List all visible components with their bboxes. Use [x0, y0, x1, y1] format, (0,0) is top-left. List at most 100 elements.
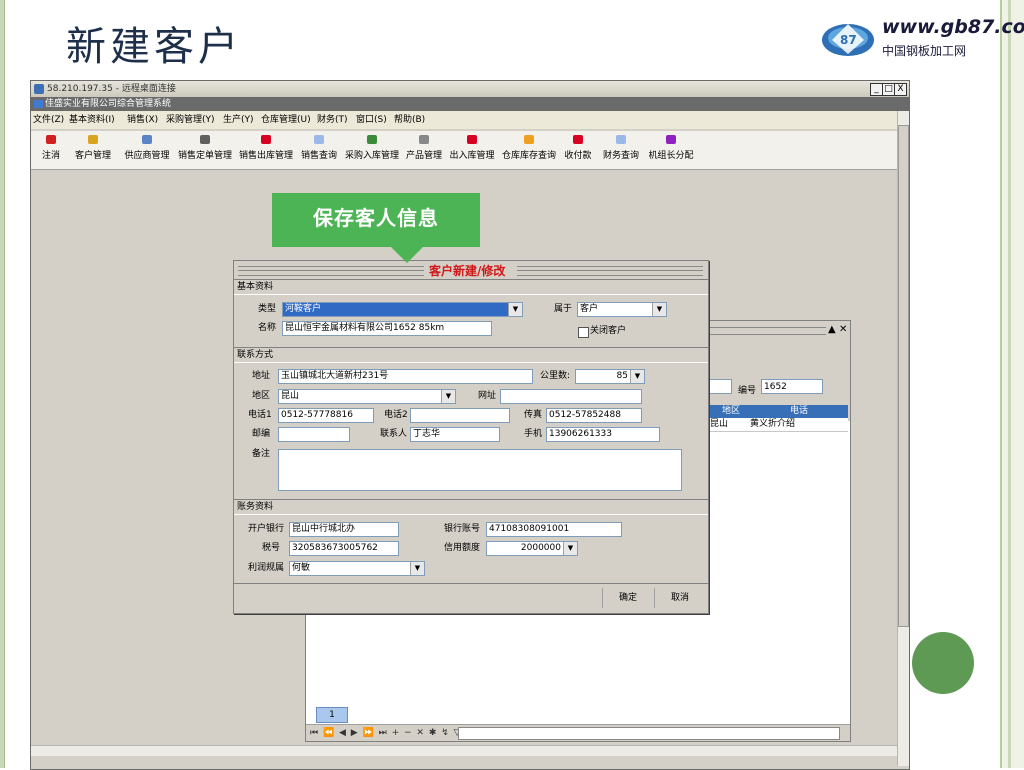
address-field[interactable]: 玉山镇城北大道新村231号 [278, 369, 533, 384]
toolbar-product-button[interactable]: 产品管理 [403, 133, 445, 167]
remote-title-bar[interactable]: 58.210.197.35 - 远程桌面连接 _ □ X [31, 81, 909, 97]
svg-text:87: 87 [840, 33, 857, 47]
purple-block-icon [666, 135, 676, 144]
menu-help[interactable]: 帮助(B) [394, 111, 425, 129]
toolbar-unit-assign-button[interactable]: 机组长分配 [645, 133, 697, 167]
decorative-green-circle [912, 632, 974, 694]
closed-customer-checkbox[interactable] [578, 327, 589, 338]
mobile-label: 手机 [524, 429, 543, 439]
filter-input[interactable] [708, 379, 732, 394]
number-label: 编号 [738, 386, 757, 396]
remote-desktop-icon [34, 84, 44, 94]
vertical-scroll-thumb[interactable] [898, 125, 909, 627]
section-contact: 联系方式 [234, 347, 708, 363]
name-label: 名称 [258, 323, 277, 333]
slide-frame-left [0, 0, 5, 768]
toolbar-supplier-button[interactable]: 供应商管理 [121, 133, 173, 167]
contact-field[interactable]: 丁志华 [410, 427, 500, 442]
address-label: 地址 [252, 371, 271, 381]
toolbar-logout-button[interactable]: 注消 [39, 133, 63, 167]
app-title-text: 佳盛实业有限公司综合管理系统 [45, 99, 172, 109]
belongs-label: 属于 [554, 304, 573, 314]
toolbar-payment-button[interactable]: 收付款 [561, 133, 595, 167]
toolbar-sales-query-button[interactable]: 销售查询 [297, 133, 341, 167]
menu-finance[interactable]: 财务(T) [317, 111, 348, 129]
type-label: 类型 [258, 304, 277, 314]
remark-field[interactable] [278, 449, 682, 491]
km-field[interactable]: 85 ▼ [575, 369, 645, 384]
toolbar-in-out-button[interactable]: 出入库管理 [446, 133, 498, 167]
profit-select[interactable]: 何敏 ▼ [289, 561, 425, 576]
orange-block-icon [524, 135, 534, 144]
cell-phone: 黄义折介绍 [750, 419, 796, 429]
horizontal-scrollbar[interactable] [31, 745, 897, 756]
postcode-field[interactable] [278, 427, 350, 442]
phone1-field[interactable]: 0512-57778816 [278, 408, 374, 423]
app-icon [34, 100, 43, 108]
collapse-icon[interactable]: ▲ [828, 325, 836, 335]
cancel-button[interactable]: 取消 [654, 588, 705, 608]
account-label: 银行账号 [444, 524, 481, 534]
dialog-title-bar[interactable]: 客户新建/修改 [234, 261, 708, 279]
toolbar-stock-query-button[interactable]: 仓库库存查询 [499, 133, 559, 167]
navigator-buttons[interactable]: ⏮ ⏪ ◀ ▶ ⏩ ⏭ + − ✕ ✱ ↯ ▽ ◂ [310, 725, 471, 741]
close-button[interactable]: X [894, 83, 907, 96]
site-logo[interactable]: 87 www.gb87.com 中国钢板加工网 [818, 16, 1024, 64]
number-input[interactable]: 1652 [761, 379, 823, 394]
chevron-down-icon: ▼ [508, 303, 522, 316]
app-title-bar: 佳盛实业有限公司综合管理系统 [31, 97, 909, 111]
toolbar-finance-query-button[interactable]: 财务查询 [599, 133, 643, 167]
section-basic: 基本资料 [234, 279, 708, 295]
credit-field[interactable]: 2000000 ▼ [486, 541, 578, 556]
dialog-title: 客户新建/修改 [429, 264, 506, 278]
ok-button[interactable]: 确定 [602, 588, 653, 608]
toolbar-purchase-inbound-button[interactable]: 采购入库管理 [342, 133, 402, 167]
close-icon[interactable]: ✕ [839, 325, 847, 335]
callout-save-customer: 保存客人信息 [272, 193, 480, 247]
page-indicator[interactable]: 1 [316, 707, 348, 723]
toolbar-sales-outbound-button[interactable]: 销售出库管理 [236, 133, 296, 167]
phone1-label: 电话1 [248, 410, 272, 420]
gear-people-icon [200, 135, 210, 144]
grid-icon [88, 135, 98, 144]
type-select[interactable]: 河鞍客户 ▼ [282, 302, 523, 317]
menu-warehouse[interactable]: 仓库管理(U) [261, 111, 311, 129]
name-field[interactable]: 昆山恒宇金属材料有限公司1652 85km [282, 321, 492, 336]
chevron-down-icon: ▼ [410, 562, 424, 575]
website-field[interactable] [500, 389, 642, 404]
note-icon [616, 135, 626, 144]
mobile-field[interactable]: 13906261333 [546, 427, 660, 442]
toolbar-sales-order-button[interactable]: 销售定单管理 [175, 133, 235, 167]
box-icon [419, 135, 429, 144]
remark-label: 备注 [252, 449, 271, 459]
website-label: 网址 [478, 391, 497, 401]
grid-header: 地区 电话 [708, 405, 848, 418]
fax-field[interactable]: 0512-57852488 [546, 408, 642, 423]
menu-purchase[interactable]: 采购管理(Y) [166, 111, 215, 129]
menu-file[interactable]: 文件(Z) [33, 111, 64, 129]
callout-pointer [390, 246, 424, 263]
table-row[interactable]: 昆山 黄义折介绍 [708, 418, 848, 432]
account-field[interactable]: 47108308091001 [486, 522, 622, 537]
km-label: 公里数: [540, 371, 571, 381]
region-select[interactable]: 昆山 ▼ [278, 389, 456, 404]
document-icon [142, 135, 152, 144]
phone2-label: 电话2 [384, 410, 408, 420]
contact-label: 联系人 [380, 429, 408, 439]
tax-field[interactable]: 320583673005762 [289, 541, 399, 556]
menu-sales[interactable]: 销售(X) [127, 111, 158, 129]
belongs-select[interactable]: 客户 ▼ [577, 302, 667, 317]
phone2-field[interactable] [410, 408, 510, 423]
grid-horizontal-scrollbar[interactable] [458, 727, 840, 740]
chevron-down-icon: ▼ [652, 303, 666, 316]
column-header-region[interactable]: 地区 [722, 405, 740, 418]
toolbar-customer-button[interactable]: 客户管理 [67, 133, 119, 167]
menu-window[interactable]: 窗口(S) [356, 111, 387, 129]
bank-field[interactable]: 昆山中行城北办 [289, 522, 399, 537]
remote-title-text: 58.210.197.35 - 远程桌面连接 [47, 84, 176, 94]
menu-basic-data[interactable]: 基本资料(I) [69, 111, 115, 129]
profit-label: 利润规属 [248, 563, 285, 573]
postcode-label: 邮编 [252, 429, 271, 439]
column-header-phone[interactable]: 电话 [790, 405, 808, 418]
menu-production[interactable]: 生产(Y) [223, 111, 254, 129]
